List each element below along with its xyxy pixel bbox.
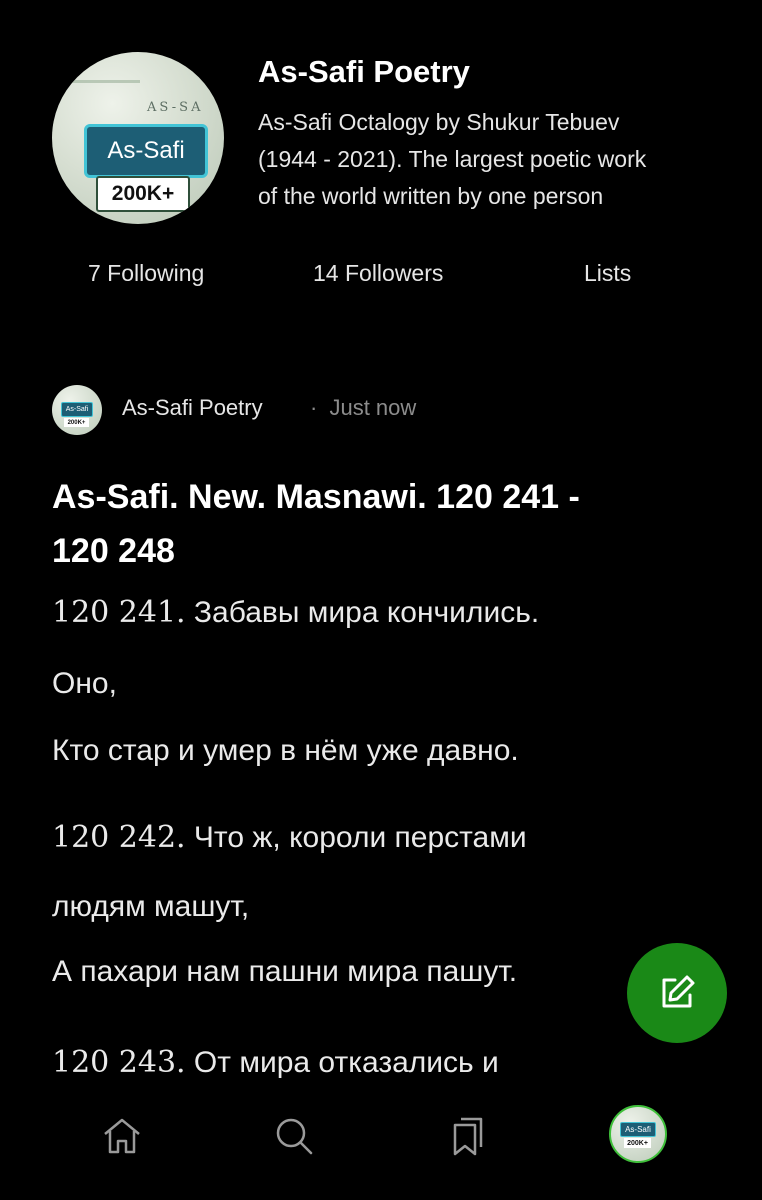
nav-search-button[interactable] bbox=[268, 1110, 320, 1162]
description-line: (1944 - 2021). The largest poetic work bbox=[258, 146, 647, 172]
avatar-decoration bbox=[70, 80, 140, 83]
verse-line: А пахари нам пашни мира пашут. bbox=[52, 955, 702, 989]
avatar-decoration-text: AS-SA bbox=[147, 100, 204, 115]
post-author-name[interactable]: As-Safi Poetry bbox=[122, 395, 263, 421]
verse-text: Кто стар и умер в нём уже давно. bbox=[52, 734, 519, 767]
followers-link[interactable]: 14 Followers bbox=[313, 260, 443, 287]
verse-line: Кто стар и умер в нём уже давно. bbox=[52, 734, 702, 768]
description-line: As-Safi Octalogy by Shukur Tebuev bbox=[258, 109, 620, 135]
description-line: of the world written by one person bbox=[258, 183, 604, 209]
avatar-count: 200K+ bbox=[96, 176, 190, 212]
post-title[interactable]: As-Safi. New. Masnawi. 120 241 - 120 248 bbox=[52, 470, 692, 578]
publication-name: As-Safi Poetry bbox=[258, 54, 470, 89]
post-author-avatar[interactable]: As-Safi 200K+ bbox=[52, 385, 102, 435]
verse-text: От мира отказались и bbox=[185, 1046, 499, 1079]
edit-icon bbox=[662, 975, 695, 1008]
home-icon bbox=[104, 1118, 140, 1154]
search-icon bbox=[276, 1118, 313, 1155]
verse-text: Забавы мира кончились. bbox=[185, 596, 540, 629]
avatar-count: 200K+ bbox=[624, 1138, 651, 1148]
lists-link[interactable]: Lists bbox=[584, 260, 631, 287]
verse-number: 120 242. bbox=[52, 820, 186, 855]
meta-separator: · bbox=[310, 395, 318, 420]
verse-line: 120 243. От мира отказались и bbox=[52, 1045, 702, 1080]
avatar-banner: As-Safi bbox=[620, 1122, 656, 1137]
verse-line: 120 241. Забавы мира кончились. bbox=[52, 595, 702, 630]
publication-description: As-Safi Octalogy by Shukur Tebuev (1944 … bbox=[258, 104, 738, 215]
verse-line: людям машут, bbox=[52, 890, 702, 924]
verse-line: 120 242. Что ж, короли перстами bbox=[52, 820, 702, 855]
nav-home-button[interactable] bbox=[96, 1110, 148, 1162]
profile-avatar[interactable]: AS-SA As-Safi 200K+ bbox=[52, 52, 224, 224]
write-story-button[interactable] bbox=[627, 943, 727, 1043]
nav-bookmarks-button[interactable] bbox=[442, 1110, 494, 1162]
post-timestamp: · Just now bbox=[310, 395, 416, 421]
verse-number: 120 243. bbox=[52, 1045, 186, 1080]
avatar-banner: As-Safi bbox=[84, 124, 208, 178]
post-title-line: 120 248 bbox=[52, 532, 175, 570]
verse-text: А пахари нам пашни мира пашут. bbox=[52, 955, 518, 988]
bookmarks-icon bbox=[453, 1117, 483, 1156]
bottom-nav: As-Safi 200K+ bbox=[0, 1082, 762, 1200]
verse-text: Оно, bbox=[52, 667, 117, 700]
verse-number: 120 241. bbox=[52, 595, 186, 630]
following-link[interactable]: 7 Following bbox=[88, 260, 204, 287]
post-title-line: As-Safi. New. Masnawi. 120 241 - bbox=[52, 478, 580, 516]
avatar-count: 200K+ bbox=[64, 418, 89, 427]
verse-line: Оно, bbox=[52, 667, 702, 701]
nav-profile-avatar[interactable]: As-Safi 200K+ bbox=[609, 1105, 667, 1163]
verse-text: Что ж, короли перстами bbox=[185, 821, 527, 854]
post-time: Just now bbox=[329, 395, 417, 420]
verse-text: людям машут, bbox=[52, 890, 250, 923]
avatar-banner: As-Safi bbox=[61, 402, 93, 417]
